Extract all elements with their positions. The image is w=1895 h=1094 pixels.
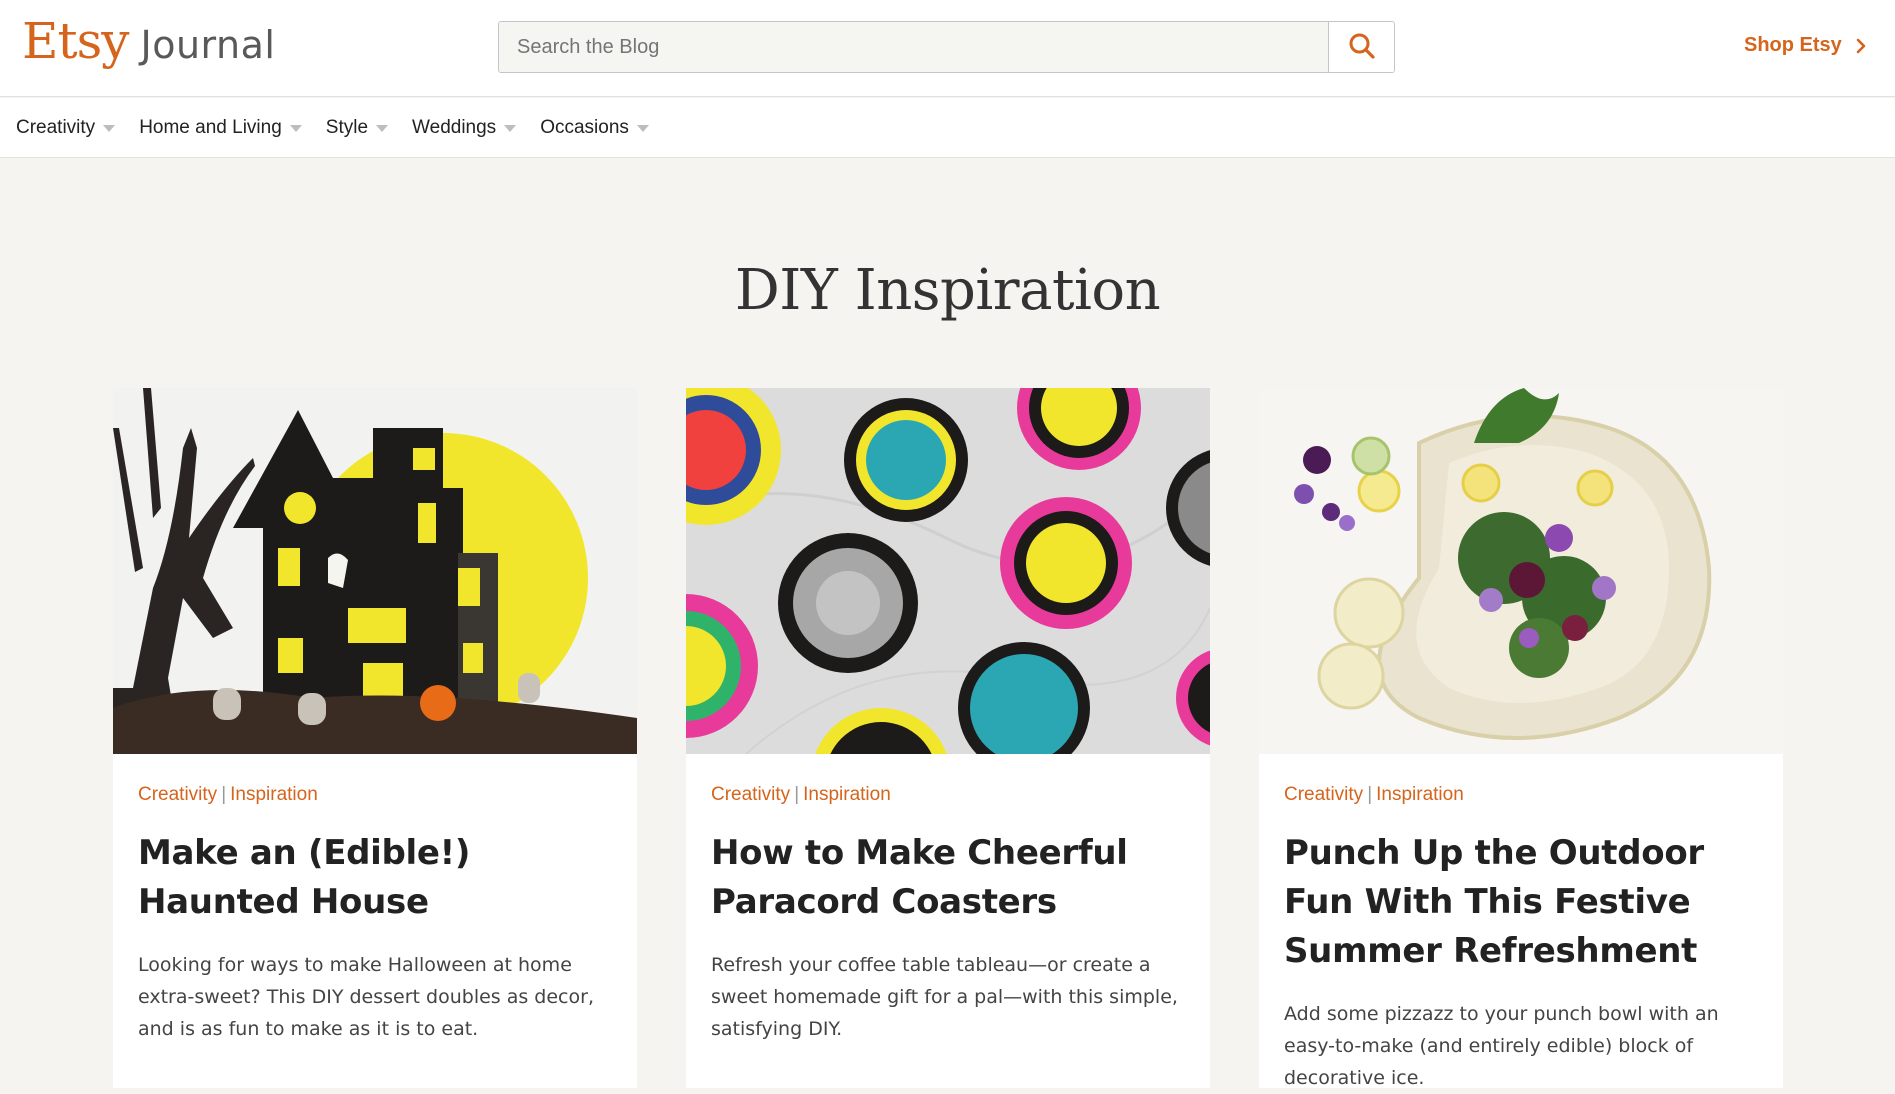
search-button[interactable] [1328,22,1394,72]
nav-item-occasions[interactable]: Occasions [540,117,649,139]
article-image-paracord-coasters[interactable] [686,388,1210,754]
article-description: Refresh your coffee table tableau—or cre… [711,953,1178,1040]
article-card[interactable]: Creativity | Inspiration How to Make Cheer… [686,388,1210,1088]
nav-item-label: Occasions [540,116,629,138]
category-separator: | [221,784,227,805]
nav-item-label: Weddings [412,116,497,138]
nav-item-label: Creativity [16,116,96,138]
nav-item-weddings[interactable]: Weddings [412,116,517,139]
article-categories: Creativity | Inspiration [1284,784,1758,807]
caret-down-icon [289,125,302,132]
article-card-body: Creativity | Inspiration Make an (Edible!)… [113,754,637,1045]
article-card[interactable]: Creativity | Inspiration Punch Up the Outd… [1259,388,1783,1089]
subcategory-link[interactable]: Inspiration [1376,784,1464,805]
article-card-body: Creativity | Inspiration How to Make Cheer… [686,754,1210,1045]
nav-item-label: Style [325,116,369,138]
category-link[interactable]: Creativity [1284,784,1363,805]
article-title[interactable]: Make an (Edible!) Haunted House [138,829,612,927]
article-categories: Creativity | Inspiration [138,784,612,807]
caret-down-icon [376,125,389,132]
site-header: Etsy Journal Shop Etsy [0,0,1895,97]
etsy-journal-logo[interactable]: Etsy Journal [22,12,275,70]
nav-item-label: Home and Living [139,116,282,138]
article-card-body: Creativity | Inspiration Punch Up the Outd… [1259,754,1783,1094]
subcategory-link[interactable]: Inspiration [803,784,891,805]
caret-down-icon [636,125,649,132]
chevron-right-icon [1856,38,1866,54]
logo-etsy-text: Etsy [22,12,129,70]
subcategory-link[interactable]: Inspiration [230,784,318,805]
nav-item-creativity[interactable]: Creativity [16,116,116,139]
search-bar [498,21,1395,73]
article-card[interactable]: Creativity | Inspiration Make an (Edible!)… [113,388,637,1088]
category-link[interactable]: Creativity [711,784,790,805]
article-description: Add some pizzazz to your punch bowl with… [1284,1002,1719,1089]
caret-down-icon [504,125,517,132]
article-title[interactable]: Punch Up the Outdoor Fun With This Festi… [1284,829,1758,976]
article-categories: Creativity | Inspiration [711,784,1185,807]
article-title[interactable]: How to Make Cheerful Paracord Coasters [711,829,1185,927]
category-separator: | [794,784,800,805]
nav-item-style[interactable]: Style [325,116,389,139]
shop-etsy-label: Shop Etsy [1744,34,1842,56]
article-description: Looking for ways to make Halloween at ho… [138,953,594,1040]
search-input[interactable] [499,22,1328,72]
logo-journal-text: Journal [140,23,276,67]
article-image-haunted-house[interactable] [113,388,637,754]
category-link[interactable]: Creativity [138,784,217,805]
article-image-punch-bowl[interactable] [1259,388,1783,754]
article-card-list: Creativity | Inspiration Make an (Edible!)… [113,388,1783,1089]
category-separator: | [1367,784,1373,805]
nav-item-home-and-living[interactable]: Home and Living [139,117,302,139]
category-nav: Creativity Home and Living Style Wedding… [0,98,1895,158]
shop-etsy-link[interactable]: Shop Etsy [1744,34,1866,57]
search-icon [1348,32,1376,63]
page-title: DIY Inspiration [734,258,1161,323]
caret-down-icon [103,125,116,132]
